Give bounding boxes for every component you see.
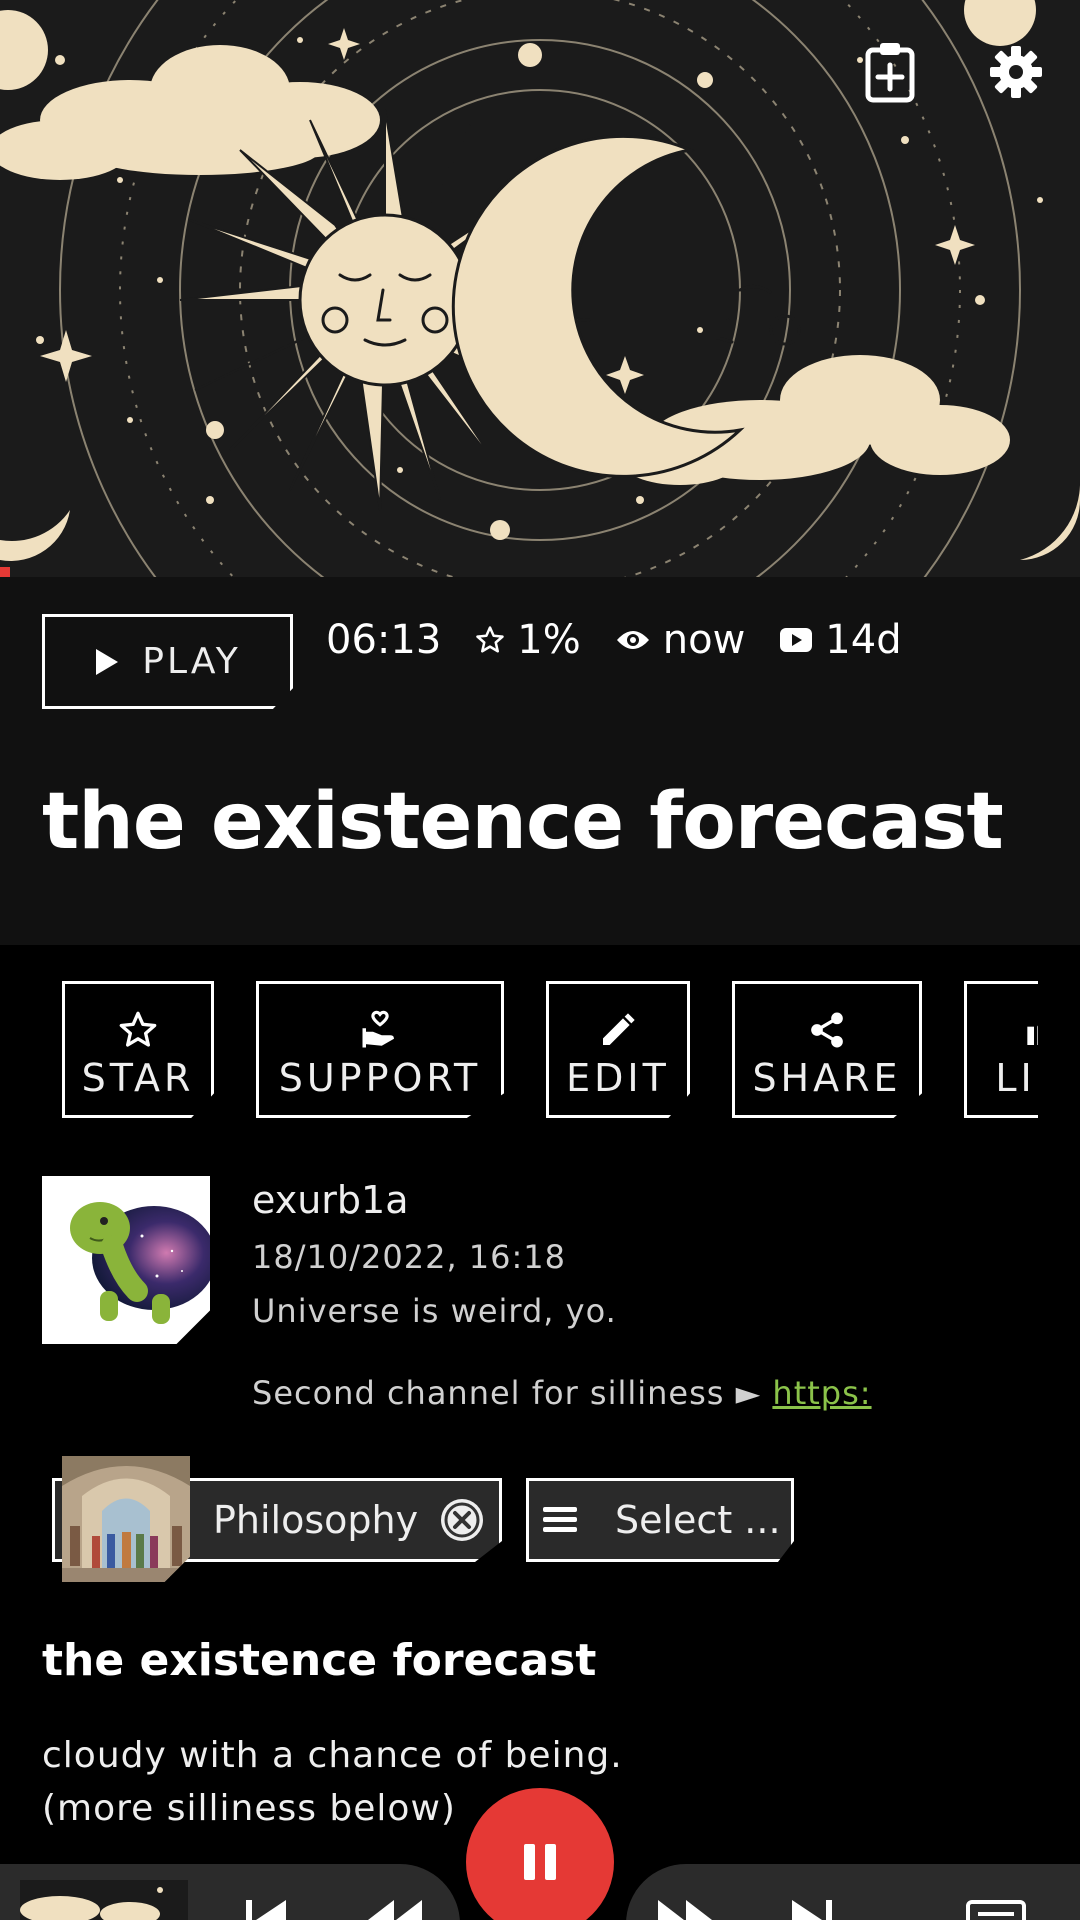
channel-description-2: Second channel for silliness ► https: (252, 1374, 872, 1412)
thumb-up-icon (1027, 1012, 1038, 1045)
clipboard-add-icon[interactable] (858, 40, 922, 104)
star-button-label: STAR (81, 1055, 195, 1100)
description-line-2: (more silliness below) (42, 1788, 456, 1829)
action-buttons: STAR SUPPORT EDIT SHARE LI (62, 981, 1038, 1119)
age: 14d (779, 617, 902, 663)
channel-description: Universe is weird, yo. (252, 1292, 617, 1330)
star-button[interactable]: STAR (62, 981, 214, 1118)
video-icon (780, 628, 813, 652)
support-button-label: SUPPORT (278, 1055, 482, 1100)
playlist-icon[interactable] (966, 1900, 1026, 1920)
description-title: the existence forecast (42, 1635, 597, 1686)
watched: now (615, 617, 746, 663)
like-button[interactable]: LIKE (964, 981, 1038, 1118)
play-label: PLAY (142, 641, 241, 682)
video-thumbnail[interactable] (0, 0, 1080, 577)
channel-description-2-text: Second channel for silliness ► (252, 1374, 773, 1412)
hand-heart-icon (362, 1010, 394, 1047)
edit-button[interactable]: EDIT (546, 981, 690, 1118)
pencil-icon (603, 1012, 635, 1045)
support-button[interactable]: SUPPORT (256, 981, 504, 1118)
gear-icon[interactable] (984, 40, 1048, 104)
fast-forward-icon[interactable] (656, 1898, 716, 1920)
share-button[interactable]: SHARE (732, 981, 922, 1118)
star-outline-icon (119, 1011, 157, 1047)
school-of-athens-image (62, 1456, 190, 1582)
duration-value: 06:13 (326, 617, 442, 663)
age-value: 14d (825, 617, 902, 663)
play-button[interactable]: PLAY (42, 614, 293, 709)
description-line-1: cloudy with a chance of being. (42, 1735, 623, 1776)
skip-next-icon[interactable] (790, 1898, 834, 1920)
rewind-icon[interactable] (364, 1898, 424, 1920)
edit-button-label: EDIT (566, 1055, 670, 1100)
channel-avatar[interactable] (42, 1176, 210, 1344)
like-button-label: LIKE (995, 1055, 1038, 1100)
channel-name[interactable]: exurb1a (252, 1178, 409, 1222)
channel-link[interactable]: https: (772, 1374, 871, 1412)
eye-icon (616, 631, 649, 649)
playback-progress-indicator (0, 567, 10, 577)
share-icon (811, 1012, 843, 1047)
tag-thumbnail (62, 1456, 190, 1582)
rating: 1% (475, 617, 581, 663)
mini-artwork (20, 1880, 188, 1920)
pause-icon (524, 1844, 556, 1880)
pause-button[interactable] (466, 1788, 614, 1920)
menu-icon (543, 1507, 577, 1532)
tag-chip-label: Philosophy (213, 1498, 419, 1542)
close-circle-icon[interactable] (440, 1498, 484, 1542)
watched-value: now (662, 617, 746, 663)
mini-player-thumbnail[interactable] (20, 1880, 188, 1920)
star-outline-icon (476, 626, 505, 653)
skip-previous-icon[interactable] (244, 1898, 288, 1920)
select-label: Select ... (615, 1498, 781, 1542)
play-icon (96, 648, 119, 675)
rating-value: 1% (517, 617, 581, 663)
publish-date: 18/10/2022, 16:18 (252, 1238, 566, 1276)
share-button-label: SHARE (752, 1055, 902, 1100)
duration: 06:13 (326, 617, 441, 663)
select-dropdown[interactable]: Select ... (526, 1478, 794, 1562)
video-meta-row: 06:13 1% now 14d (326, 617, 936, 663)
turtle-avatar-image (42, 1176, 210, 1344)
video-info-panel: PLAY 06:13 1% now 14d the existence fore… (0, 577, 1080, 945)
video-title: the existence forecast (42, 777, 1004, 867)
